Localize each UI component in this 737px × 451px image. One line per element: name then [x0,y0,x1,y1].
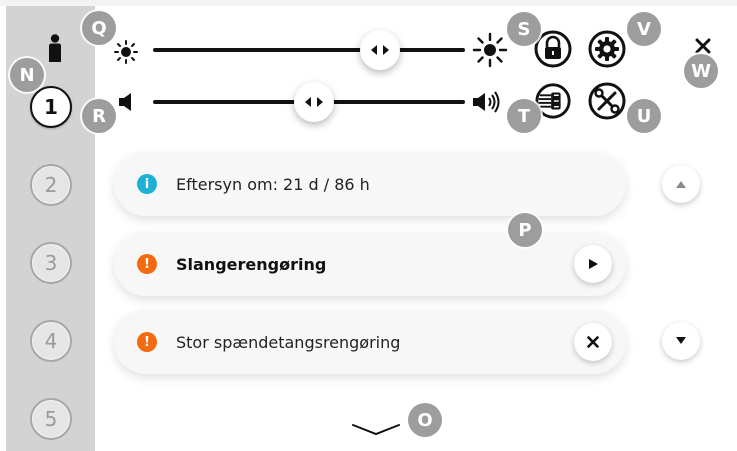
marker-n: N [10,58,44,92]
play-icon [589,259,598,269]
maintenance-button[interactable] [588,82,626,120]
alert-icon: ! [137,254,157,274]
step-4-button[interactable]: 4 [30,320,72,362]
scroll-down-button[interactable] [662,322,700,360]
close-icon [587,336,599,348]
step-5-button[interactable]: 5 [30,398,72,440]
marker-s-label: S [517,18,531,40]
marker-n-label: N [19,64,35,86]
wrench-screwdriver-icon [588,82,626,120]
info-icon: i [137,174,157,194]
step-1-button[interactable]: 1 [30,86,72,128]
marker-u-label: U [636,105,652,127]
step-3-button[interactable]: 3 [30,242,72,284]
marker-q-label: Q [91,17,107,39]
service-notification-card: i Eftersyn om: 21 d / 86 h [114,152,626,216]
volume-low-icon [119,93,131,111]
marker-q: Q [82,11,116,45]
hose-cleaning-card: ! Slangerengøring [114,232,626,296]
marker-s: S [507,12,541,46]
brightness-high-icon [472,32,508,68]
scroll-up-button[interactable] [662,165,700,203]
brightness-low-icon [114,40,138,64]
lock-icon [534,30,572,68]
chevron-down-icon[interactable] [350,422,402,438]
step-3-label: 3 [44,251,58,275]
drag-arrows-icon [371,45,389,55]
step-2-button[interactable]: 2 [30,164,72,206]
marker-p: P [508,213,542,247]
top-border [0,0,737,6]
settings-button[interactable] [588,30,626,68]
marker-v: V [627,12,661,46]
brightness-slider-handle[interactable] [360,30,400,70]
marker-o-label: O [417,409,433,431]
marker-r-label: R [92,105,106,127]
marker-t-label: T [517,105,531,127]
step-4-label: 4 [44,329,58,353]
marker-v-label: V [637,18,651,40]
step-2-label: 2 [44,173,58,197]
caret-down-icon [676,337,686,344]
marker-u: U [627,99,661,133]
lock-button[interactable] [534,30,572,68]
gear-icon [588,30,626,68]
screen: 1 2 3 4 5 i Eftersyn om: 21 d / 86 h ! S… [0,0,737,451]
volume-high-icon [473,91,500,113]
alert-icon: ! [137,332,157,352]
dismiss-clamp-cleaning-button[interactable] [574,323,612,361]
marker-w-label: W [691,60,711,82]
notification-text: Stor spændetangsrengøring [176,332,401,352]
start-hose-cleaning-button[interactable] [574,245,612,283]
caret-up-icon [676,181,686,188]
close-window-button[interactable] [695,38,711,54]
volume-slider-handle[interactable] [294,82,334,122]
marker-w: W [684,54,718,88]
operator-icon [49,34,61,62]
marker-o: O [408,403,442,437]
marker-p-label: P [518,219,532,241]
step-5-label: 5 [44,407,58,431]
brightness-slider-track[interactable] [153,48,465,52]
marker-r: R [82,99,116,133]
step-1-label: 1 [44,95,58,119]
clamp-cleaning-card: ! Stor spændetangsrengøring [114,310,626,374]
marker-t: T [507,99,541,133]
drag-arrows-icon [305,97,323,107]
notification-text: Slangerengøring [176,254,327,274]
notification-text: Eftersyn om: 21 d / 86 h [176,174,370,194]
